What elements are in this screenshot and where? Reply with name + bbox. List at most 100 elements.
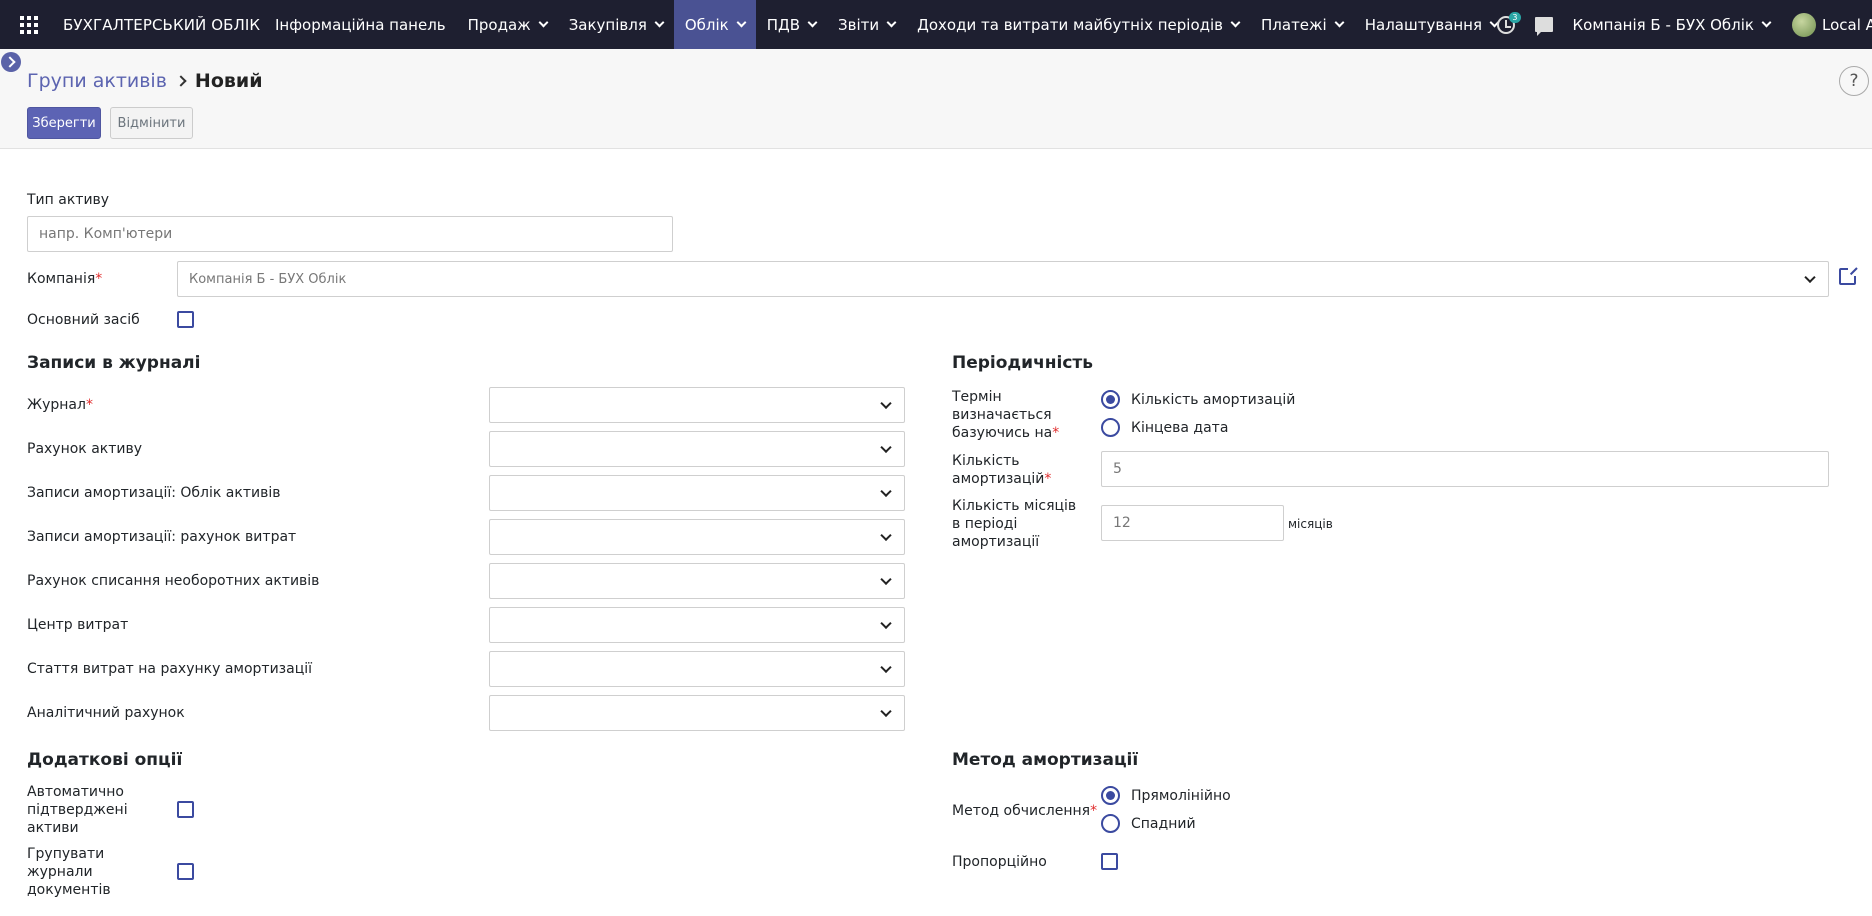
term-radio-end-date[interactable] xyxy=(1101,418,1120,437)
navbar-systray: 3 Компанія Б - БУХ Облік Local Admin xyxy=(1496,0,1872,49)
journal-select[interactable] xyxy=(489,387,905,423)
depreciation-count-input[interactable]: 5 xyxy=(1101,451,1829,487)
journal-label: Журнал* xyxy=(27,396,93,414)
chevron-down-icon xyxy=(736,17,747,28)
expense-item-label: Стаття витрат на рахунку амортизації xyxy=(27,661,313,677)
chevron-down-icon xyxy=(880,705,892,718)
chevron-down-icon xyxy=(880,661,892,674)
term-radio-count[interactable] xyxy=(1101,390,1120,409)
analytic-account-label: Аналітичний рахунок xyxy=(27,705,185,721)
breadcrumb-parent-link[interactable]: Групи активів xyxy=(27,70,167,92)
discard-button[interactable]: Відмінити xyxy=(110,107,193,139)
term-option-count-label: Кількість амортизацій xyxy=(1131,392,1296,408)
breadcrumb-current: Новий xyxy=(194,70,263,92)
group-entries-checkbox[interactable] xyxy=(177,863,194,880)
writeoff-account-label: Рахунок списання необоротних активів xyxy=(27,573,320,589)
save-button[interactable]: Зберегти xyxy=(27,107,101,139)
app-brand[interactable]: БУХГАЛТЕРСЬКИЙ ОБЛІК xyxy=(63,16,260,34)
asset-account-select[interactable] xyxy=(489,431,905,467)
company-switcher-label: Компанія Б - БУХ Облік xyxy=(1572,15,1755,34)
menu-item-label: Облік xyxy=(684,15,729,34)
control-panel xyxy=(0,49,1872,149)
calc-radio-linear[interactable] xyxy=(1101,786,1120,805)
asset-type-input[interactable]: напр. Комп'ютери xyxy=(27,216,673,252)
required-marker: * xyxy=(1044,471,1052,487)
periodicity-section-title: Періодичність xyxy=(952,353,1093,373)
chevron-down-icon xyxy=(880,617,892,630)
main-menu: Інформаційна панель Продаж Закупівля Обл… xyxy=(264,0,1509,49)
menu-item-deferred[interactable]: Доходи та витрати майбутніх періодів xyxy=(906,0,1250,49)
depreciation-count-label-text: Кількість амортизацій xyxy=(952,453,1045,487)
months-per-period-input[interactable]: 12 xyxy=(1101,505,1284,541)
analytic-account-select[interactable] xyxy=(489,695,905,731)
menu-item-reports[interactable]: Звіти xyxy=(827,0,906,49)
external-link-icon[interactable] xyxy=(1839,266,1858,285)
menu-item-label: Продаж xyxy=(467,15,531,34)
company-label: Компанія* xyxy=(27,270,102,288)
user-menu[interactable]: Local Admin xyxy=(1822,16,1872,34)
breadcrumb: Групи активів Новий xyxy=(27,70,263,92)
chevron-down-icon xyxy=(880,529,892,542)
prorata-label: Пропорційно xyxy=(952,854,1047,870)
menu-item-label: Платежі xyxy=(1261,15,1327,34)
menu-item-purchases[interactable]: Закупівля xyxy=(558,0,674,49)
activity-clock-icon[interactable]: 3 xyxy=(1496,11,1521,34)
depreciation-account-select[interactable] xyxy=(489,475,905,511)
required-marker: * xyxy=(1090,803,1098,819)
help-button[interactable]: ? xyxy=(1839,66,1869,96)
company-select-value: Компанія Б - БУХ Облік xyxy=(189,271,347,287)
cost-center-label: Центр витрат xyxy=(27,617,129,633)
asset-type-label: Тип активу xyxy=(27,192,110,208)
apps-grid-icon[interactable] xyxy=(20,16,38,34)
chevron-right-icon[interactable] xyxy=(1,52,21,72)
menu-item-label: Доходи та витрати майбутніх періодів xyxy=(917,15,1224,34)
menu-item-label: Інформаційна панель xyxy=(275,15,446,34)
calc-option-linear-label: Прямолінійно xyxy=(1131,788,1231,804)
fixed-asset-checkbox[interactable] xyxy=(177,311,194,328)
journal-label-text: Журнал xyxy=(27,397,86,413)
menu-item-sales[interactable]: Продаж xyxy=(457,0,558,49)
activity-badge: 3 xyxy=(1509,11,1521,23)
prorata-checkbox[interactable] xyxy=(1101,853,1118,870)
calc-method-label-text: Метод обчислення xyxy=(952,803,1091,819)
expense-item-select[interactable] xyxy=(489,651,905,687)
method-section-title: Метод амортизації xyxy=(952,750,1139,770)
auto-confirm-checkbox[interactable] xyxy=(177,801,194,818)
menu-item-accounting[interactable]: Облік xyxy=(673,0,756,49)
chevron-right-icon xyxy=(175,75,187,87)
menu-item-label: Звіти xyxy=(838,15,880,34)
group-entries-label: Групувати журнали документів xyxy=(27,846,111,898)
menu-item-vat[interactable]: ПДВ xyxy=(756,0,827,49)
term-label-text: Термін визначається базуючись на xyxy=(952,389,1053,441)
asset-account-label: Рахунок активу xyxy=(27,441,143,457)
menu-item-label: ПДВ xyxy=(766,15,801,34)
company-switcher[interactable]: Компанія Б - БУХ Облік xyxy=(1572,15,1772,34)
required-marker: * xyxy=(1052,425,1060,441)
fixed-asset-label: Основний засіб xyxy=(27,312,140,328)
chevron-down-icon xyxy=(1334,17,1345,28)
menu-item-label: Закупівля xyxy=(568,15,647,34)
term-option-end-date-label: Кінцева дата xyxy=(1131,420,1229,436)
calc-radio-degressive[interactable] xyxy=(1101,814,1120,833)
menu-item-payments[interactable]: Платежі xyxy=(1250,0,1354,49)
chevron-down-icon xyxy=(880,485,892,498)
company-select[interactable]: Компанія Б - БУХ Облік xyxy=(177,261,1829,297)
writeoff-account-select[interactable] xyxy=(489,563,905,599)
chevron-down-icon xyxy=(807,17,818,28)
user-avatar[interactable] xyxy=(1792,12,1816,37)
depreciation-count-label: Кількість амортизацій* xyxy=(952,452,1062,488)
chevron-down-icon xyxy=(1230,17,1241,28)
cost-center-select[interactable] xyxy=(489,607,905,643)
chevron-down-icon xyxy=(654,17,665,28)
chevron-down-icon xyxy=(880,573,892,586)
auto-confirm-label: Автоматично підтверджені активи xyxy=(27,784,128,836)
company-label-text: Компанія xyxy=(27,271,96,287)
journal-section-title: Записи в журналі xyxy=(27,353,201,373)
top-navbar: БУХГАЛТЕРСЬКИЙ ОБЛІК Інформаційна панель… xyxy=(0,0,1872,49)
chevron-down-icon xyxy=(1804,271,1816,284)
menu-item-settings[interactable]: Налаштування xyxy=(1354,0,1509,49)
messages-icon[interactable] xyxy=(1534,17,1553,36)
menu-item-dashboard[interactable]: Інформаційна панель xyxy=(264,0,457,49)
extra-options-section-title: Додаткові опції xyxy=(27,750,183,770)
expense-account-select[interactable] xyxy=(489,519,905,555)
